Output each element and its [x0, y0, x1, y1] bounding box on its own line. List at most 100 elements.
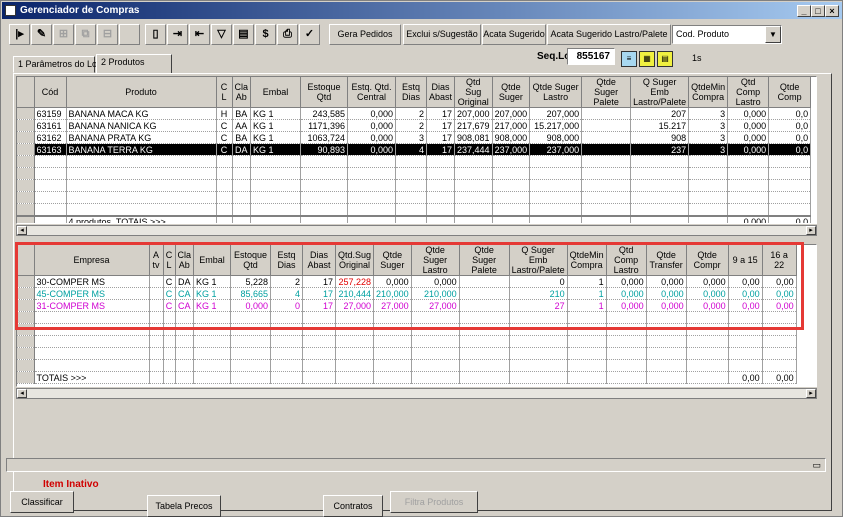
- table-cell[interactable]: 0,0: [768, 107, 812, 120]
- table-cell[interactable]: 17: [426, 107, 456, 120]
- table-cell[interactable]: 27,000: [411, 299, 460, 312]
- table-cell[interactable]: 908,000: [492, 131, 531, 144]
- table-cell[interactable]: C: [216, 119, 233, 132]
- table-cell[interactable]: C: [216, 143, 233, 156]
- table-cell[interactable]: AA: [232, 119, 252, 132]
- table-cell[interactable]: 207,000: [454, 107, 493, 120]
- table-cell[interactable]: 0,0: [768, 143, 812, 156]
- edit-icon[interactable]: ✎: [31, 24, 52, 45]
- table-cell[interactable]: 0,000: [347, 143, 397, 156]
- table-cell[interactable]: 908,081: [454, 131, 493, 144]
- table-cell[interactable]: 0,00: [728, 275, 763, 288]
- column-header[interactable]: Qtde Comp: [768, 77, 812, 108]
- table-cell[interactable]: C: [163, 287, 176, 300]
- table-cell[interactable]: 210,444: [335, 287, 375, 300]
- table-cell[interactable]: DA: [232, 143, 252, 156]
- table-cell[interactable]: 0,000: [727, 143, 770, 156]
- table-cell[interactable]: 3: [688, 107, 729, 120]
- column-header[interactable]: Embal: [193, 245, 232, 276]
- table-cell[interactable]: 1171,396: [300, 119, 349, 132]
- table-cell[interactable]: 0,000: [686, 275, 729, 288]
- table-cell[interactable]: 217,000: [492, 119, 531, 132]
- table-cell[interactable]: CA: [175, 299, 195, 312]
- column-header[interactable]: Qtde Compr: [686, 245, 729, 276]
- tab-parametros[interactable]: 1 Parâmetros do Lote: [13, 56, 105, 73]
- column-header[interactable]: Produto: [66, 77, 217, 108]
- column-header[interactable]: Qtde Suger: [373, 245, 412, 276]
- filter-icon[interactable]: ▽: [211, 24, 232, 45]
- sort-select[interactable]: Cod. Produto ▼: [672, 25, 782, 44]
- table-cell[interactable]: 1: [567, 275, 607, 288]
- column-header[interactable]: Estq Dias: [395, 77, 428, 108]
- column-header[interactable]: Cód: [34, 77, 67, 108]
- column-header[interactable]: 16 a 22: [762, 245, 797, 276]
- table-cell[interactable]: 0,000: [686, 287, 729, 300]
- column-header[interactable]: Dias Abast: [426, 77, 456, 108]
- table-cell[interactable]: 31-COMPER MS: [34, 299, 150, 312]
- table-cell[interactable]: 217,679: [454, 119, 493, 132]
- table-cell[interactable]: [581, 119, 632, 132]
- table-cell[interactable]: BA: [232, 131, 252, 144]
- list-view-icon[interactable]: ≡: [621, 51, 637, 67]
- table-cell[interactable]: 237: [630, 143, 690, 156]
- tabela-precos-button[interactable]: Tabela Precos: [147, 495, 221, 517]
- column-header[interactable]: Qtde Suger: [492, 77, 531, 108]
- table-cell[interactable]: 17: [426, 143, 456, 156]
- table-cell[interactable]: 0,00: [728, 287, 763, 300]
- gera-pedidos-button[interactable]: Gera Pedidos: [329, 24, 401, 45]
- column-header[interactable]: Qtde Transfer: [646, 245, 687, 276]
- table-cell[interactable]: 0,000: [686, 299, 729, 312]
- table-cell[interactable]: 0,000: [646, 287, 687, 300]
- column-header[interactable]: Qtde Suger Lastro: [411, 245, 460, 276]
- table-cell[interactable]: C: [216, 131, 233, 144]
- maximize-icon[interactable]: □: [811, 5, 825, 17]
- column-header[interactable]: Qtde Suger Palete: [581, 77, 632, 108]
- table-cell[interactable]: KG 1: [193, 287, 232, 300]
- scroll-right-icon[interactable]: ▸: [806, 226, 816, 235]
- column-header[interactable]: C L: [216, 77, 233, 108]
- table-cell[interactable]: 27,000: [335, 299, 375, 312]
- scroll-left-icon[interactable]: ◂: [17, 226, 27, 235]
- import-icon[interactable]: ⇥: [167, 24, 188, 45]
- table-cell[interactable]: 210,000: [373, 287, 412, 300]
- table-cell[interactable]: 210,000: [411, 287, 460, 300]
- table-row[interactable]: 30-COMPER MS C DA KG 1 5,228 2 17 257,228 0,000 0…: [17, 275, 797, 288]
- table-cell[interactable]: 0,0: [768, 119, 812, 132]
- table-cell[interactable]: 30-COMPER MS: [34, 275, 150, 288]
- table-cell[interactable]: [459, 287, 510, 300]
- table-cell[interactable]: 0,000: [646, 275, 687, 288]
- table-row[interactable]: 63163 BANANA TERRA KG C DA KG 1 90,893 0,000 4 1…: [17, 143, 812, 156]
- table-cell[interactable]: 85,665: [230, 287, 272, 300]
- table-cell[interactable]: KG 1: [250, 143, 302, 156]
- table-row[interactable]: 45-COMPER MS C CA KG 1 85,665 4 17 210,444 210,0…: [17, 287, 797, 300]
- exclui-sugestao-button[interactable]: Exclui s/Sugestão: [403, 24, 481, 45]
- table-cell[interactable]: 908,000: [529, 131, 583, 144]
- table-cell[interactable]: 210: [509, 287, 568, 300]
- table-cell[interactable]: [459, 275, 510, 288]
- table-cell[interactable]: 3: [688, 131, 729, 144]
- column-header[interactable]: Q Suger Emb Lastro/Palete: [630, 77, 690, 108]
- table-cell[interactable]: 4: [395, 143, 428, 156]
- print-icon[interactable]: ⎙: [277, 24, 298, 45]
- empresas-hscrollbar[interactable]: ◂ ▸: [16, 388, 817, 399]
- chevron-down-icon[interactable]: ▼: [765, 26, 781, 43]
- table-cell[interactable]: 4: [270, 287, 304, 300]
- column-header[interactable]: Qtd Comp Lastro: [606, 245, 647, 276]
- table-cell[interactable]: 15.217: [630, 119, 690, 132]
- row-indicator[interactable]: [17, 107, 35, 120]
- table-cell[interactable]: 257,228: [335, 275, 375, 288]
- classificar-button[interactable]: Classificar: [10, 491, 74, 513]
- table-cell[interactable]: 237,444: [454, 143, 493, 156]
- table-cell[interactable]: 5,228: [230, 275, 272, 288]
- table-cell[interactable]: 0,000: [727, 131, 770, 144]
- row-indicator[interactable]: [17, 275, 35, 288]
- table-cell[interactable]: [581, 107, 632, 120]
- table-cell[interactable]: [581, 143, 632, 156]
- table-cell[interactable]: 17: [426, 131, 456, 144]
- table-cell[interactable]: [581, 131, 632, 144]
- table-cell[interactable]: 237,000: [529, 143, 583, 156]
- column-header[interactable]: Estoque Qtd: [300, 77, 349, 108]
- column-header[interactable]: C L: [163, 245, 176, 276]
- row-indicator[interactable]: [17, 299, 35, 312]
- table-cell[interactable]: 2: [270, 275, 304, 288]
